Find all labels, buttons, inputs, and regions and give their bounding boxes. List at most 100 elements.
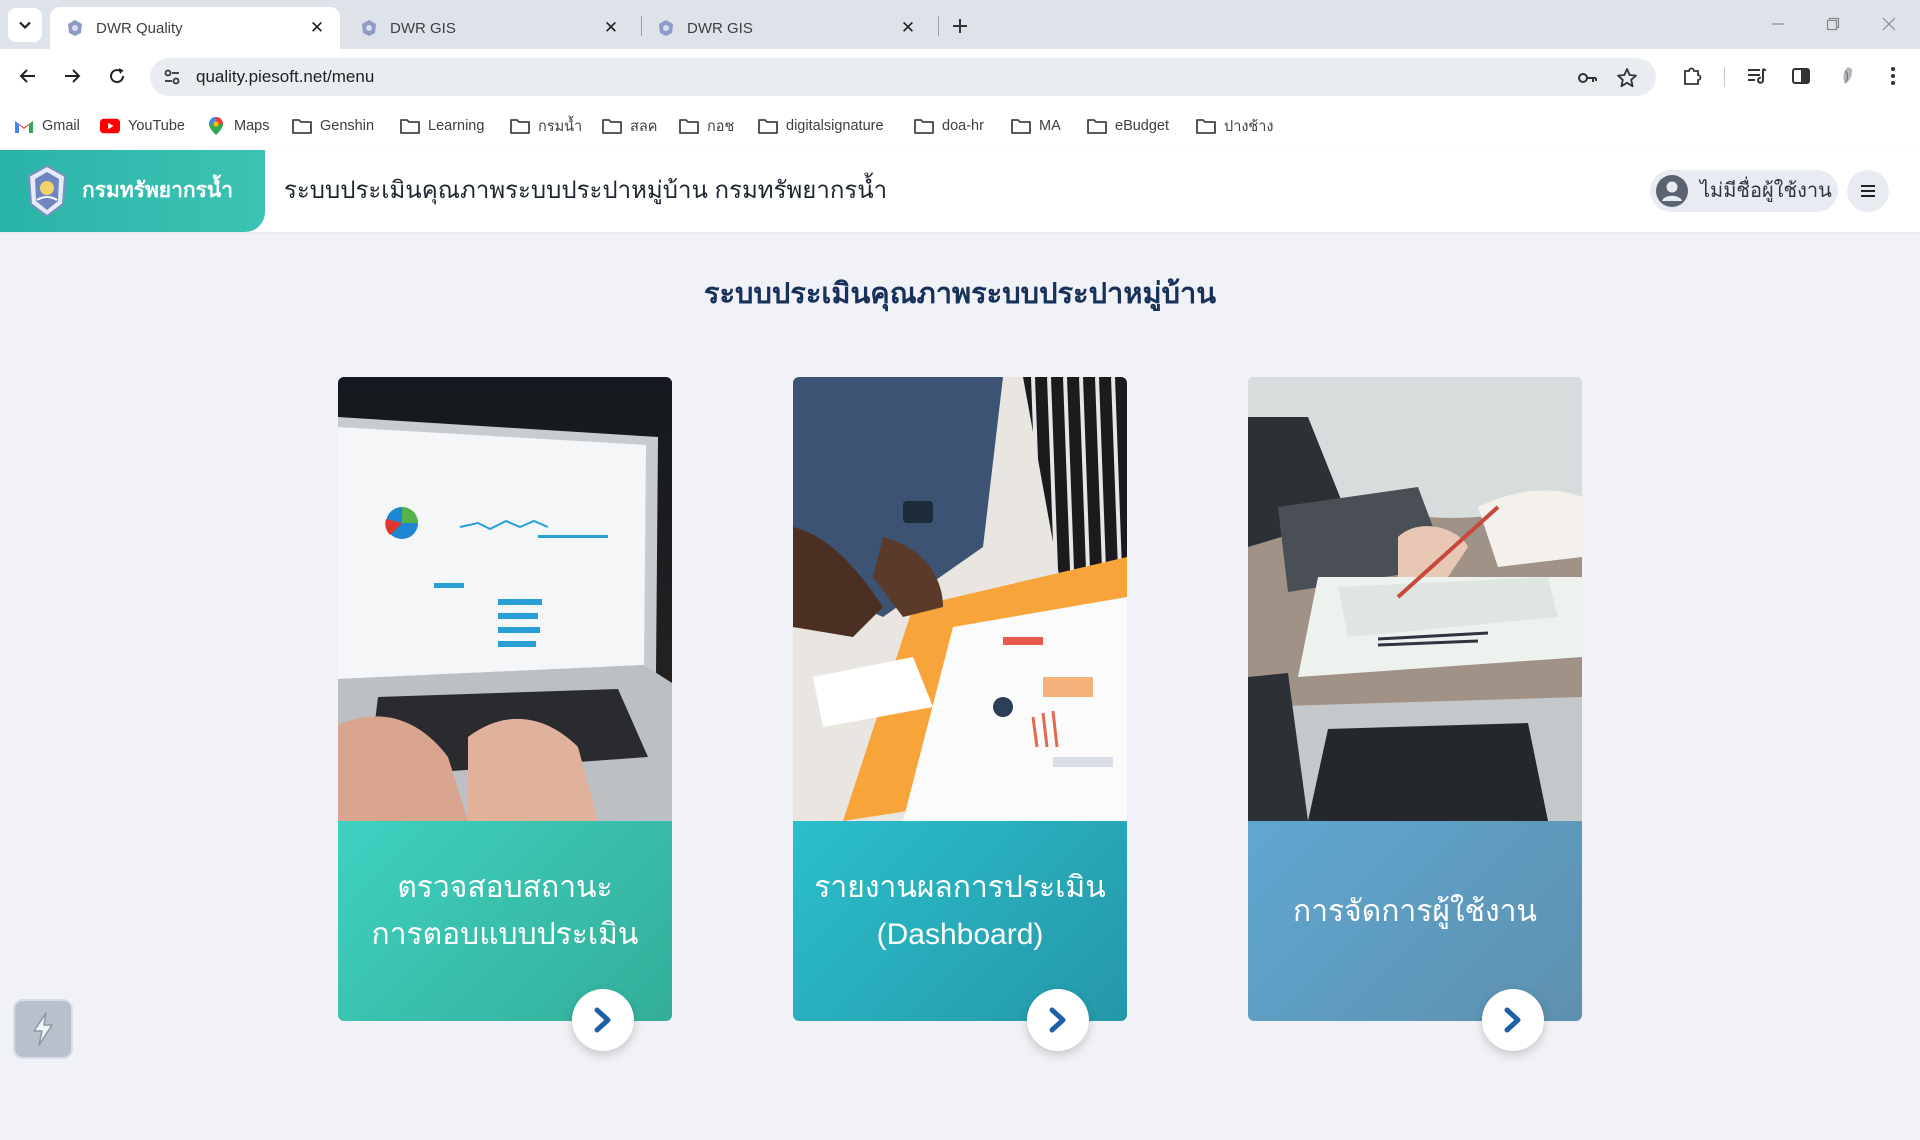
close-tab-icon[interactable]: ✕ — [306, 17, 328, 39]
arrow-left-icon — [19, 69, 35, 83]
card-go-button[interactable] — [572, 989, 634, 1051]
bookmark-folder-kor[interactable]: กอช — [679, 102, 734, 150]
card-check-status[interactable]: ตรวจสอบสถานะ การตอบแบบประเมิน — [338, 377, 672, 1051]
reload-icon — [110, 68, 125, 84]
side-panel-button[interactable] — [1787, 62, 1815, 90]
card-label-line: การจัดการผู้ใช้งาน — [1293, 894, 1537, 928]
bookmark-folder-digitalsignature[interactable]: digitalsignature — [758, 102, 884, 150]
site-settings-icon[interactable] — [162, 67, 182, 87]
user-menu[interactable]: ไม่มีชื่อผู้ใช้งาน — [1650, 170, 1838, 212]
tab-search-button[interactable] — [8, 8, 42, 42]
dwr-favicon-icon — [68, 20, 82, 36]
bookmark-maps[interactable]: Maps — [206, 102, 269, 150]
tab-title: DWR GIS — [390, 19, 456, 37]
folder-icon — [1196, 116, 1216, 136]
bookmark-label: YouTube — [128, 118, 185, 134]
chevron-right-icon — [594, 1007, 611, 1033]
card-go-button[interactable] — [1027, 989, 1089, 1051]
media-controls-button[interactable] — [1743, 62, 1771, 90]
bookmark-folder-ma[interactable]: MA — [1011, 102, 1061, 150]
close-tab-icon[interactable]: ✕ — [897, 17, 919, 39]
bookmark-label: Maps — [234, 118, 270, 134]
bookmark-youtube[interactable]: YouTube — [100, 102, 185, 150]
puzzle-icon — [1684, 67, 1702, 85]
tab-dwr-quality[interactable]: DWR Quality ✕ — [50, 7, 340, 49]
browser-toolbar: quality.piesoft.net/menu — [0, 49, 1920, 102]
brand-home-link[interactable]: กรมทรัพยากรน้ำ — [0, 150, 265, 232]
chevron-right-icon — [1504, 1007, 1521, 1033]
bookmark-label: สลค — [630, 118, 658, 135]
card-label-line: (Dashboard) — [876, 918, 1044, 951]
folder-icon — [758, 116, 778, 136]
bookmarks-bar: Gmail YouTube Maps Genshin Learning กรมน… — [0, 102, 1920, 150]
minimize-button[interactable] — [1758, 10, 1798, 38]
reload-button[interactable] — [101, 60, 133, 92]
floating-tool-button[interactable] — [13, 999, 73, 1059]
restore-icon — [1826, 17, 1840, 31]
bookmark-label: กอช — [707, 118, 735, 135]
bookmark-label: doa-hr — [942, 118, 984, 134]
toolbar-divider — [1724, 67, 1725, 87]
folder-icon — [1011, 116, 1031, 136]
bookmark-folder-pangchang[interactable]: ปางช้าง — [1196, 102, 1274, 150]
side-panel-icon — [1792, 68, 1810, 84]
bookmark-label: Learning — [428, 118, 485, 134]
bookmark-label: Genshin — [320, 118, 375, 134]
forward-button[interactable] — [56, 60, 88, 92]
bookmark-label: กรมน้ำ — [538, 118, 583, 135]
maps-icon — [206, 116, 226, 136]
extensions-button[interactable] — [1678, 62, 1706, 90]
bookmark-folder-ebudget[interactable]: eBudget — [1087, 102, 1169, 150]
address-bar[interactable]: quality.piesoft.net/menu — [150, 58, 1656, 96]
browser-tab-bar: DWR Quality ✕ DWR GIS ✕ DWR GIS ✕ — [0, 0, 1920, 49]
tab-separator — [938, 16, 939, 36]
star-icon[interactable] — [1616, 67, 1638, 89]
card-check-status-label: ตรวจสอบสถานะ การตอบแบบประเมิน — [338, 821, 672, 1021]
profile-button[interactable] — [1834, 62, 1862, 90]
dwr-favicon-icon — [659, 20, 673, 36]
folder-icon — [510, 116, 530, 136]
restore-button[interactable] — [1813, 10, 1853, 38]
back-button[interactable] — [12, 60, 44, 92]
card-go-button[interactable] — [1482, 989, 1544, 1051]
bookmark-label: eBudget — [1115, 118, 1170, 134]
tab-title: DWR Quality — [96, 19, 183, 37]
desk-writing-photo — [1248, 377, 1582, 821]
laptop-analytics-photo — [338, 377, 672, 821]
lightning-icon — [33, 1012, 53, 1046]
close-tab-icon[interactable]: ✕ — [600, 17, 622, 39]
browser-menu-button[interactable] — [1879, 62, 1907, 90]
app-header: กรมทรัพยากรน้ำ ระบบประเมินคุณภาพระบบประป… — [0, 150, 1920, 232]
tab-dwr-gis-2[interactable]: DWR GIS ✕ — [641, 7, 931, 49]
app-menu-button[interactable] — [1847, 170, 1889, 212]
gmail-icon — [14, 116, 34, 136]
folder-icon — [400, 116, 420, 136]
bookmark-gmail[interactable]: Gmail — [14, 102, 80, 150]
close-window-button[interactable] — [1869, 10, 1909, 38]
more-vertical-icon — [1891, 67, 1895, 85]
app-title: ระบบประเมินคุณภาพระบบประปาหมู่บ้าน กรมทร… — [284, 177, 888, 204]
dwr-favicon-icon — [362, 20, 376, 36]
bookmark-label: MA — [1039, 118, 1061, 134]
plus-icon — [953, 19, 967, 33]
card-label-line: การตอบแบบประเมิน — [371, 918, 639, 951]
minimize-icon — [1772, 23, 1784, 25]
bookmark-folder-genshin[interactable]: Genshin — [292, 102, 374, 150]
page-heading: ระบบประเมินคุณภาพระบบประปาหมู่บ้าน — [703, 278, 1217, 310]
bookmark-folder-slk[interactable]: สลค — [602, 102, 657, 150]
bookmark-folder-dwr[interactable]: กรมน้ำ — [510, 102, 582, 150]
bookmark-folder-learning[interactable]: Learning — [400, 102, 484, 150]
card-user-management[interactable]: การจัดการผู้ใช้งาน — [1248, 377, 1582, 1051]
new-tab-button[interactable] — [946, 12, 974, 40]
bookmark-folder-doa-hr[interactable]: doa-hr — [914, 102, 984, 150]
bookmark-label: ปางช้าง — [1224, 118, 1274, 135]
hamburger-menu-icon — [1861, 185, 1875, 197]
folder-icon — [914, 116, 934, 136]
tab-dwr-gis-1[interactable]: DWR GIS ✕ — [344, 7, 634, 49]
arrow-right-icon — [65, 69, 81, 83]
card-user-management-label: การจัดการผู้ใช้งาน — [1248, 821, 1582, 1021]
card-label-line: ตรวจสอบสถานะ — [397, 871, 613, 904]
password-key-icon[interactable] — [1576, 67, 1598, 89]
close-icon — [1882, 17, 1896, 31]
card-dashboard-report[interactable]: รายงานผลการประเมิน (Dashboard) — [793, 377, 1127, 1051]
